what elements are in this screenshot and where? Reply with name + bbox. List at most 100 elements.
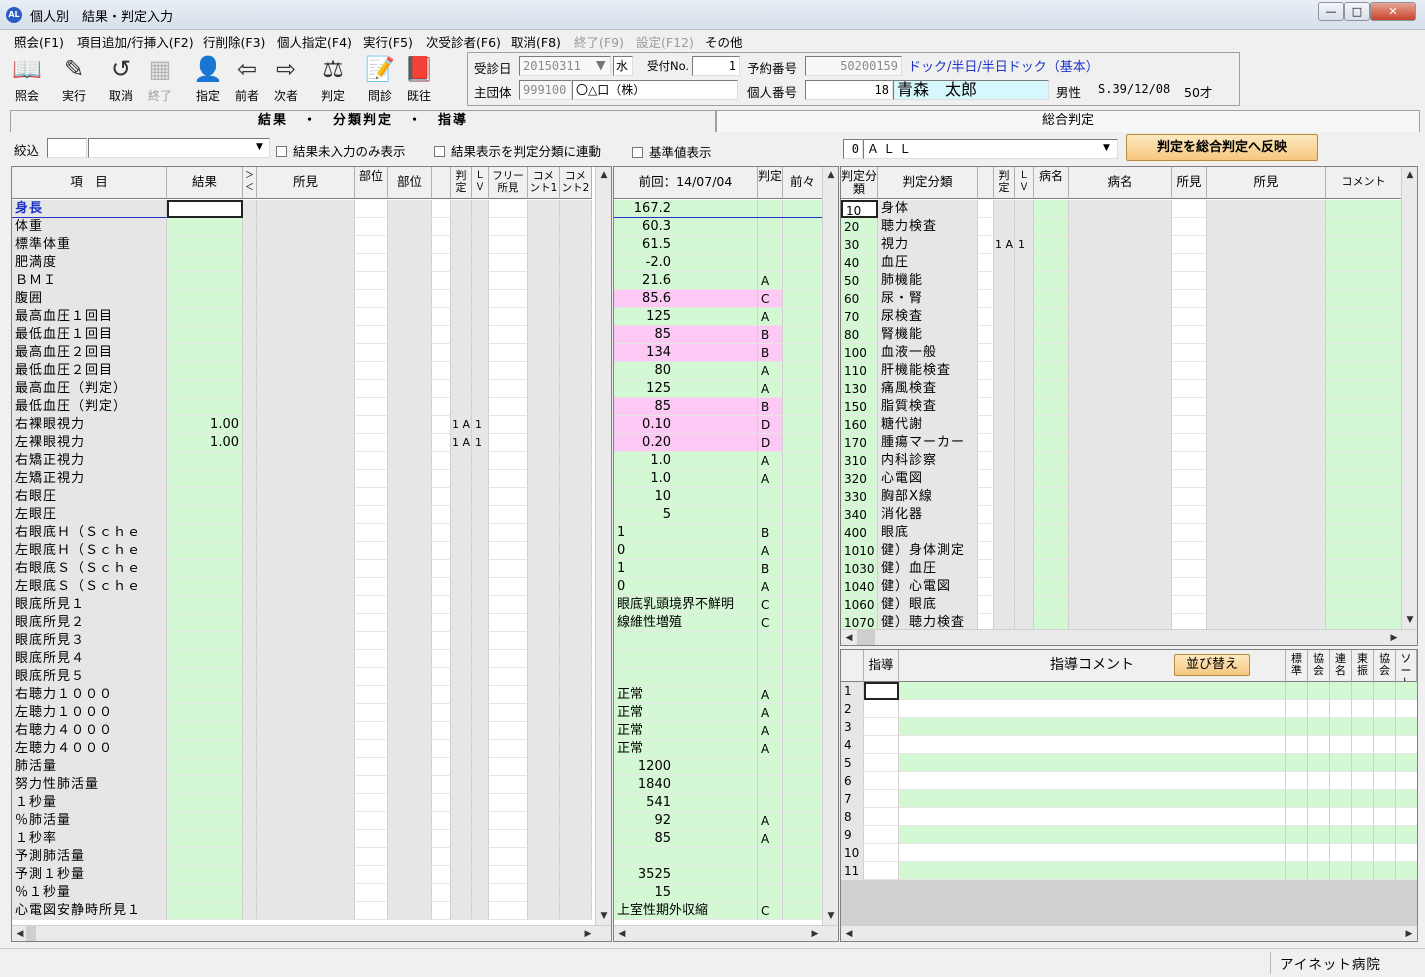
result-input[interactable]	[167, 308, 243, 326]
flag-cell-shinko[interactable]	[1352, 736, 1374, 754]
lv-cell[interactable]: 1	[472, 416, 489, 434]
finding-cell[interactable]	[257, 776, 355, 794]
comment2-cell[interactable]	[560, 470, 592, 488]
flag-cell-sort[interactable]	[1396, 700, 1417, 718]
result-input[interactable]	[167, 380, 243, 398]
judge-cell[interactable]	[994, 614, 1015, 630]
comment2-cell[interactable]	[560, 254, 592, 272]
result-input[interactable]	[167, 686, 243, 704]
comment2-cell[interactable]	[560, 452, 592, 470]
comment1-cell[interactable]	[528, 272, 560, 290]
result-input[interactable]	[167, 470, 243, 488]
free-finding-cell[interactable]	[489, 686, 528, 704]
comment-cell[interactable]	[1326, 380, 1402, 398]
flag-cell-assoc[interactable]	[1308, 754, 1330, 772]
menu-inquiry[interactable]: 照会(F1)	[14, 32, 64, 51]
comment2-cell[interactable]	[560, 236, 592, 254]
judge-cell[interactable]	[994, 308, 1015, 326]
compare-cell[interactable]	[243, 776, 257, 794]
comment1-cell[interactable]	[528, 668, 560, 686]
finding-cell[interactable]	[257, 902, 355, 920]
part2-cell[interactable]	[388, 740, 432, 758]
part2-cell[interactable]	[388, 884, 432, 902]
comment2-cell[interactable]	[560, 416, 592, 434]
lv-cell[interactable]	[1015, 470, 1034, 488]
judge-code-cell[interactable]: 1070	[841, 614, 878, 630]
free-finding-cell[interactable]	[489, 794, 528, 812]
guide-code-cell[interactable]	[864, 790, 899, 808]
disease-code-cell[interactable]	[1034, 488, 1069, 506]
judge-cell[interactable]	[994, 272, 1015, 290]
comment1-cell[interactable]	[528, 722, 560, 740]
finding-cell[interactable]	[257, 218, 355, 236]
judge-cell[interactable]	[451, 740, 472, 758]
part-cell[interactable]	[355, 434, 388, 452]
disease-code-cell[interactable]	[1034, 614, 1069, 630]
free-finding-cell[interactable]	[489, 578, 528, 596]
compare-cell[interactable]	[243, 902, 257, 920]
lv-cell[interactable]	[472, 848, 489, 866]
comment1-cell[interactable]	[528, 686, 560, 704]
part-cell[interactable]	[355, 416, 388, 434]
guide-code-cell[interactable]	[864, 772, 899, 790]
flag-cell-assoc[interactable]	[1308, 826, 1330, 844]
judge-code-cell[interactable]: 150	[841, 398, 878, 416]
part2-cell[interactable]	[388, 632, 432, 650]
part-cell[interactable]	[355, 326, 388, 344]
result-input[interactable]	[167, 326, 243, 344]
lv-cell[interactable]	[1015, 416, 1034, 434]
part2-cell[interactable]	[388, 560, 432, 578]
lv-cell[interactable]	[1015, 272, 1034, 290]
menu-execute[interactable]: 実行(F5)	[363, 32, 413, 51]
comment2-cell[interactable]	[560, 560, 592, 578]
comment1-cell[interactable]	[528, 704, 560, 722]
comment-cell[interactable]	[1326, 254, 1402, 272]
compare-cell[interactable]	[243, 524, 257, 542]
compare-cell[interactable]	[243, 272, 257, 290]
comment-cell[interactable]	[1326, 416, 1402, 434]
comment2-cell[interactable]	[560, 488, 592, 506]
flag-cell-assoc2[interactable]	[1374, 736, 1396, 754]
comment1-cell[interactable]	[528, 200, 560, 218]
scroll-up-icon[interactable]: ▲	[1402, 167, 1417, 183]
free-finding-cell[interactable]	[489, 362, 528, 380]
part-cell[interactable]	[355, 398, 388, 416]
lv-cell[interactable]	[1015, 506, 1034, 524]
judgment-hscroll[interactable]: ◀ ▶	[841, 629, 1417, 645]
flag-cell-std[interactable]	[1286, 862, 1308, 880]
free-finding-cell[interactable]	[489, 254, 528, 272]
result-input[interactable]	[167, 812, 243, 830]
free-finding-cell[interactable]	[489, 524, 528, 542]
unentered-only-checkbox[interactable]: 結果未入力のみ表示	[276, 141, 406, 160]
comment-cell[interactable]	[1326, 434, 1402, 452]
scroll-thumb[interactable]	[26, 926, 36, 941]
result-input[interactable]	[167, 506, 243, 524]
lv-cell[interactable]	[472, 452, 489, 470]
judge-code-cell[interactable]: 310	[841, 452, 878, 470]
close-button[interactable]: ✕	[1370, 2, 1416, 21]
lv-cell[interactable]	[472, 362, 489, 380]
comment-cell[interactable]	[1326, 614, 1402, 630]
disease-code-cell[interactable]	[1034, 542, 1069, 560]
judge-cell[interactable]	[451, 380, 472, 398]
judge-cell[interactable]	[451, 308, 472, 326]
lv-cell[interactable]	[1015, 434, 1034, 452]
lv-cell[interactable]	[1015, 200, 1034, 218]
part-cell[interactable]	[355, 632, 388, 650]
part2-cell[interactable]	[388, 668, 432, 686]
part2-cell[interactable]	[388, 650, 432, 668]
lv-cell[interactable]	[472, 218, 489, 236]
disease-code-cell[interactable]	[1034, 272, 1069, 290]
judge-code-cell[interactable]: 100	[841, 344, 878, 362]
lv-cell[interactable]: 1	[1015, 236, 1034, 254]
finding-cell[interactable]	[257, 650, 355, 668]
finding-cell[interactable]	[257, 632, 355, 650]
part2-cell[interactable]	[388, 254, 432, 272]
flag-cell-link[interactable]	[1330, 790, 1352, 808]
part2-cell[interactable]	[388, 488, 432, 506]
finding-cell[interactable]	[257, 470, 355, 488]
judge-cell[interactable]	[994, 470, 1015, 488]
comment2-cell[interactable]	[560, 866, 592, 884]
part2-cell[interactable]	[388, 830, 432, 848]
flag-cell-link[interactable]	[1330, 826, 1352, 844]
